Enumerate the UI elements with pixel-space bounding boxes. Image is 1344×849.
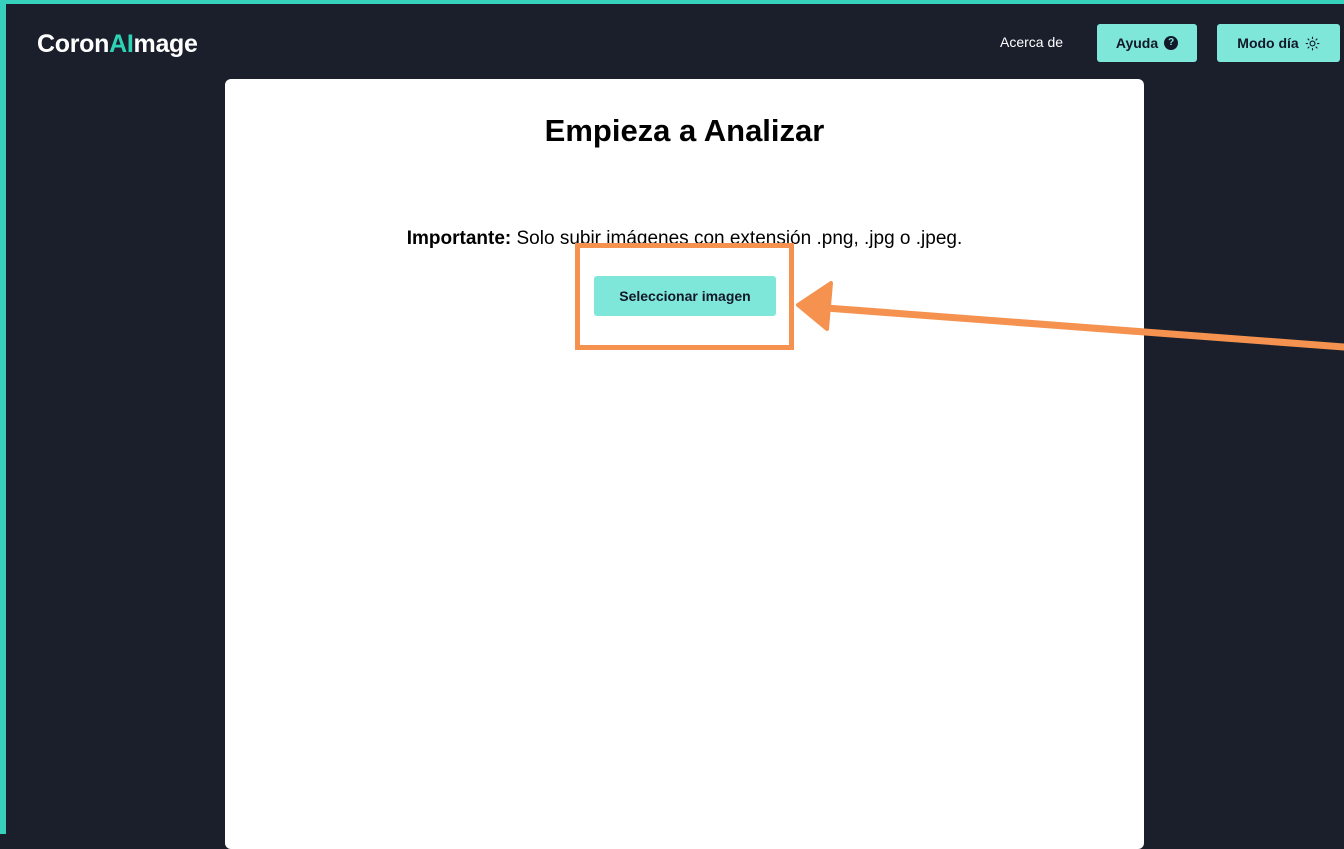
upload-notice: Importante: Solo subir imágenes con exte… bbox=[225, 226, 1144, 252]
question-circle-icon: ? bbox=[1164, 36, 1179, 50]
logo-text-suffix: mage bbox=[133, 30, 198, 58]
page-title: Empieza a Analizar bbox=[544, 113, 825, 148]
logo-text-accent: AI bbox=[109, 30, 134, 58]
select-image-button[interactable]: Seleccionar imagen bbox=[594, 276, 776, 316]
logo-text-prefix: Coron bbox=[37, 30, 110, 58]
help-button-label: Ayuda bbox=[1115, 35, 1159, 51]
notice-label: Importante: bbox=[406, 228, 512, 249]
sun-icon bbox=[1305, 36, 1320, 50]
nav-link-about[interactable]: Acerca de bbox=[1000, 32, 1063, 52]
notice-text: Solo subir imágenes con extensión .png, … bbox=[511, 228, 963, 249]
day-mode-button-label: Modo día bbox=[1237, 35, 1299, 51]
app-logo[interactable]: CoronAImage bbox=[37, 29, 198, 59]
day-mode-button[interactable]: Modo día bbox=[1217, 24, 1340, 62]
help-button[interactable]: Ayuda ? bbox=[1097, 24, 1197, 62]
analysis-card: Empieza a Analizar Importante: Solo subi… bbox=[225, 79, 1144, 849]
